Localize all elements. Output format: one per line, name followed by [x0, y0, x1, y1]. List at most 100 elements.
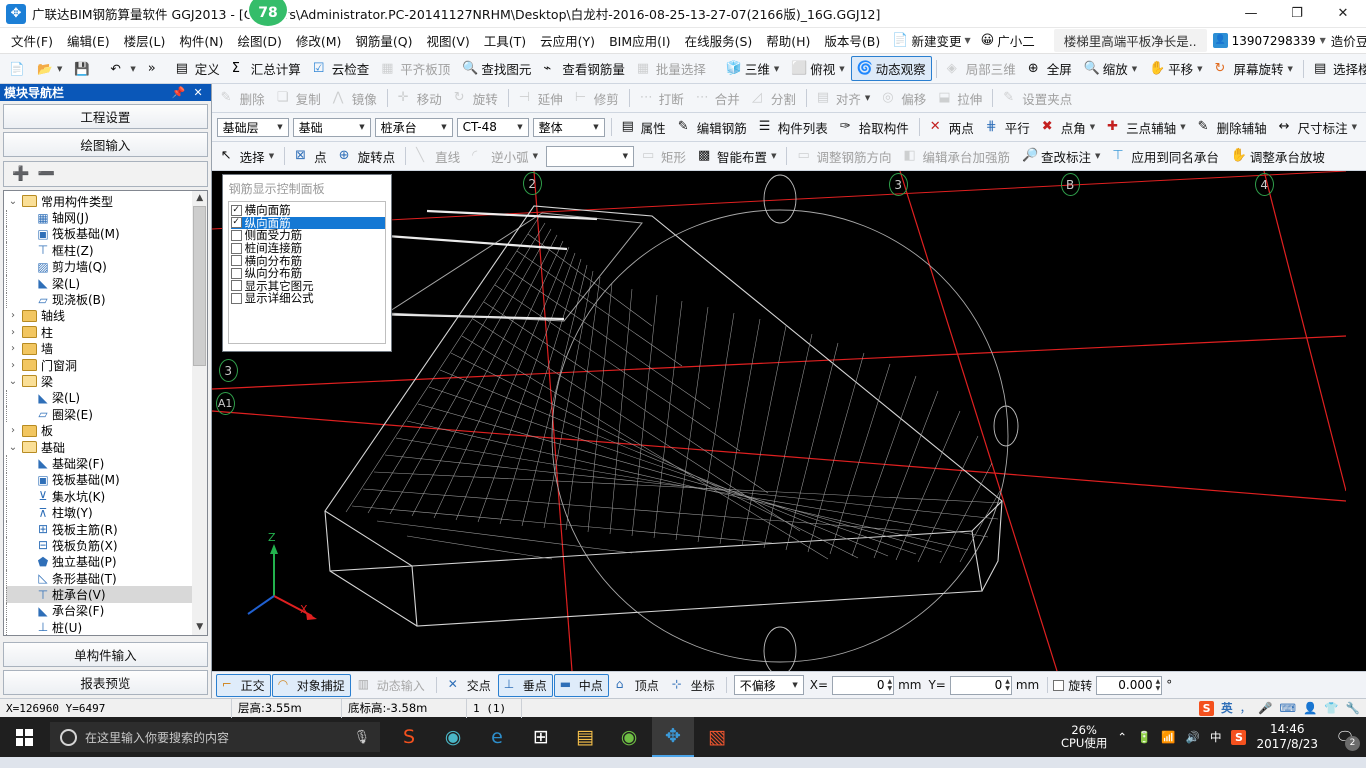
chevron-down-icon[interactable]: ▼	[268, 152, 274, 160]
taskbar-app-chrome-icon[interactable]: ◉	[432, 717, 474, 757]
toolbar-view-0[interactable]: 🧊 三维 ▼	[720, 56, 785, 81]
notification-count-badge[interactable]: 78	[247, 0, 289, 28]
axis-button-3[interactable]: ✚ 三点辅轴 ▼	[1101, 115, 1191, 140]
tree-item[interactable]: ⊞ 筏板主筋(R)	[6, 521, 192, 537]
taskbar-clock[interactable]: 14:46 2017/8/23	[1256, 722, 1318, 752]
tree-item[interactable]: ◣ 梁(L)	[6, 389, 192, 406]
checkbox-unchecked-icon[interactable]	[230, 280, 242, 292]
shape-combo[interactable]: ▼	[546, 145, 635, 167]
tree-item[interactable]: ⊟ 筏板负筋(X)	[6, 537, 192, 554]
menu-item-2[interactable]: 楼层(L)	[117, 28, 173, 53]
mic-icon[interactable]: 🎤	[1258, 701, 1272, 715]
draw-action-1[interactable]: ▩ 智能布置 ▼	[692, 144, 782, 169]
chevron-down-icon[interactable]: ⌄	[6, 442, 20, 453]
tree-item[interactable]: ⊻ 集水坑(K)	[6, 488, 192, 505]
taskbar-search-box[interactable]: 在这里输入你要搜索的内容 🎙	[50, 722, 380, 752]
menu-item-12[interactable]: 帮助(H)	[759, 28, 817, 53]
maximize-button[interactable]: ❐	[1274, 0, 1320, 28]
stepper-arrows-icon[interactable]: ▲ ▼	[1005, 678, 1010, 692]
toolbar-action-0[interactable]: ▤ 定义	[170, 56, 226, 81]
toolbar-view-2[interactable]: 🌀 动态观察	[850, 56, 932, 81]
shirt-icon[interactable]: 👕	[1324, 701, 1338, 715]
toolbar-overflow-left[interactable]: »	[142, 58, 162, 79]
tree-scrollbar[interactable]: ▲ ▼	[191, 191, 207, 635]
chevron-down-icon[interactable]: ▼	[1287, 65, 1293, 73]
snap-toggle-0[interactable]: ⌐ 正交	[215, 673, 271, 697]
tree-item[interactable]: ◣ 承台梁(F)	[6, 602, 192, 619]
tree-folder[interactable]: › 柱	[6, 324, 192, 340]
checkbox-unchecked-icon[interactable]	[230, 242, 242, 254]
undo-button[interactable]: ↶ ▼	[104, 58, 141, 80]
tree-item[interactable]: ⬟ 独立基础(P)	[6, 553, 192, 570]
chevron-down-icon[interactable]: ▼	[1094, 152, 1100, 160]
draw-tool-2[interactable]: ⊕ 旋转点	[333, 144, 402, 169]
expand-all-icon[interactable]: ➕	[12, 166, 29, 182]
ime-mode-label[interactable]: 英	[1221, 700, 1233, 716]
collapse-all-icon[interactable]: ➖	[37, 166, 54, 182]
menu-item-8[interactable]: 工具(T)	[477, 28, 533, 53]
tree-folder[interactable]: ⌄ 常用构件类型	[6, 193, 192, 209]
tree-folder[interactable]: › 门窗洞	[6, 357, 192, 373]
chevron-right-icon[interactable]: ›	[6, 360, 20, 371]
cpu-usage-indicator[interactable]: 26% CPU使用	[1061, 724, 1107, 750]
keyboard-icon[interactable]: ⌨	[1279, 701, 1296, 715]
chevron-right-icon[interactable]: ›	[6, 425, 20, 436]
chevron-down-icon[interactable]: ▼	[1089, 123, 1095, 131]
toolbar-action-5[interactable]: ⌁ 查看钢筋量	[537, 56, 631, 81]
draw-tool-0[interactable]: ↖ 选择 ▼	[215, 144, 280, 169]
tree-folder[interactable]: › 轴线	[6, 308, 192, 324]
nav-button-project-settings[interactable]: 工程设置	[3, 104, 208, 129]
snap-mode-3[interactable]: ⌂ 顶点	[610, 674, 665, 697]
taskbar-app-ebook-icon[interactable]: ◉	[608, 717, 650, 757]
chevron-down-icon[interactable]: ⌄	[6, 196, 20, 207]
toolbar-view-8[interactable]: ▤ 选择楼层	[1308, 56, 1366, 81]
coins-display[interactable]: 造价豆:0 🔔	[1326, 31, 1366, 50]
wrench-icon[interactable]: 🔧	[1346, 701, 1360, 715]
checkbox-checked-icon[interactable]: ✓	[230, 217, 242, 229]
y-offset-input[interactable]: 0 ▲ ▼	[949, 675, 1012, 695]
snap-toggle-2[interactable]: ▥ 动态输入	[352, 674, 431, 697]
tree-folder[interactable]: ⌄ 梁	[6, 373, 192, 389]
tree-item[interactable]: ⊤ 桩承台(V)	[6, 586, 192, 603]
account-button[interactable]: 😀 广小二	[976, 31, 1040, 50]
chevron-down-icon[interactable]: ▼	[773, 65, 779, 73]
menu-item-6[interactable]: 钢筋量(Q)	[348, 28, 419, 53]
scroll-thumb[interactable]	[193, 206, 207, 366]
snap-mode-1[interactable]: ⊥ 垂点	[497, 673, 553, 697]
tree-item[interactable]: ◺ 条形基础(T)	[6, 570, 192, 587]
taskbar-app-edge-icon[interactable]: e	[476, 717, 518, 757]
taskbar-app-notepad-icon[interactable]: ▧	[696, 717, 738, 757]
component-button-3[interactable]: ✑ 拾取构件	[834, 115, 915, 140]
nav-button-drawing-input[interactable]: 绘图输入	[3, 132, 208, 157]
combo-floor[interactable]: 基础层 ▼	[216, 117, 289, 137]
checkbox-checked-icon[interactable]: ✓	[230, 204, 242, 216]
toolbar-action-2[interactable]: ☑ 云检查	[307, 56, 376, 81]
notification-center-button[interactable]: 🗨 2	[1328, 717, 1362, 757]
pin-icon[interactable]: 📌	[172, 86, 186, 99]
tree-folder[interactable]: › 板	[6, 422, 192, 438]
combo-category[interactable]: 基础 ▼	[292, 117, 371, 137]
chevron-down-icon[interactable]: ▼	[620, 152, 631, 160]
toolbar-view-7[interactable]: ↻ 屏幕旋转 ▼	[1209, 56, 1299, 81]
draw-action-5[interactable]: ⊤ 应用到同名承台	[1106, 144, 1225, 169]
chevron-down-icon[interactable]: ▼	[514, 123, 525, 131]
axis-button-4[interactable]: ✎ 删除辅轴	[1192, 115, 1273, 140]
new-file-button[interactable]: 📄	[3, 58, 31, 80]
chevron-down-icon[interactable]: ▼	[438, 123, 449, 131]
sogou-input-icon[interactable]: S	[1199, 700, 1215, 716]
tree-item[interactable]: ⊼ 柱墩(Y)	[6, 504, 192, 521]
axis-button-0[interactable]: ✕ 两点	[924, 115, 980, 140]
tree-item[interactable]: ▱ 圈梁(E)	[6, 406, 192, 423]
tree-item[interactable]: ▣ 筏板基础(M)	[6, 225, 192, 242]
tree-item[interactable]: ◣ 梁(L)	[6, 275, 192, 292]
rotate-input[interactable]: 0.000 ▲ ▼	[1096, 675, 1163, 695]
chevron-right-icon[interactable]: ›	[6, 310, 20, 321]
taskbar-app-sogou-input-icon[interactable]: S	[388, 717, 430, 757]
menu-item-10[interactable]: BIM应用(I)	[602, 28, 678, 53]
menu-item-0[interactable]: 文件(F)	[4, 28, 60, 53]
taskbar-app-store-icon[interactable]: ⊞	[520, 717, 562, 757]
checkbox-unchecked-icon[interactable]	[230, 229, 242, 241]
notice-banner[interactable]: 楼梯里高端平板净长是..	[1053, 29, 1207, 52]
menu-item-4[interactable]: 绘图(D)	[230, 28, 288, 53]
toolbar-action-4[interactable]: 🔍 查找图元	[456, 56, 537, 81]
